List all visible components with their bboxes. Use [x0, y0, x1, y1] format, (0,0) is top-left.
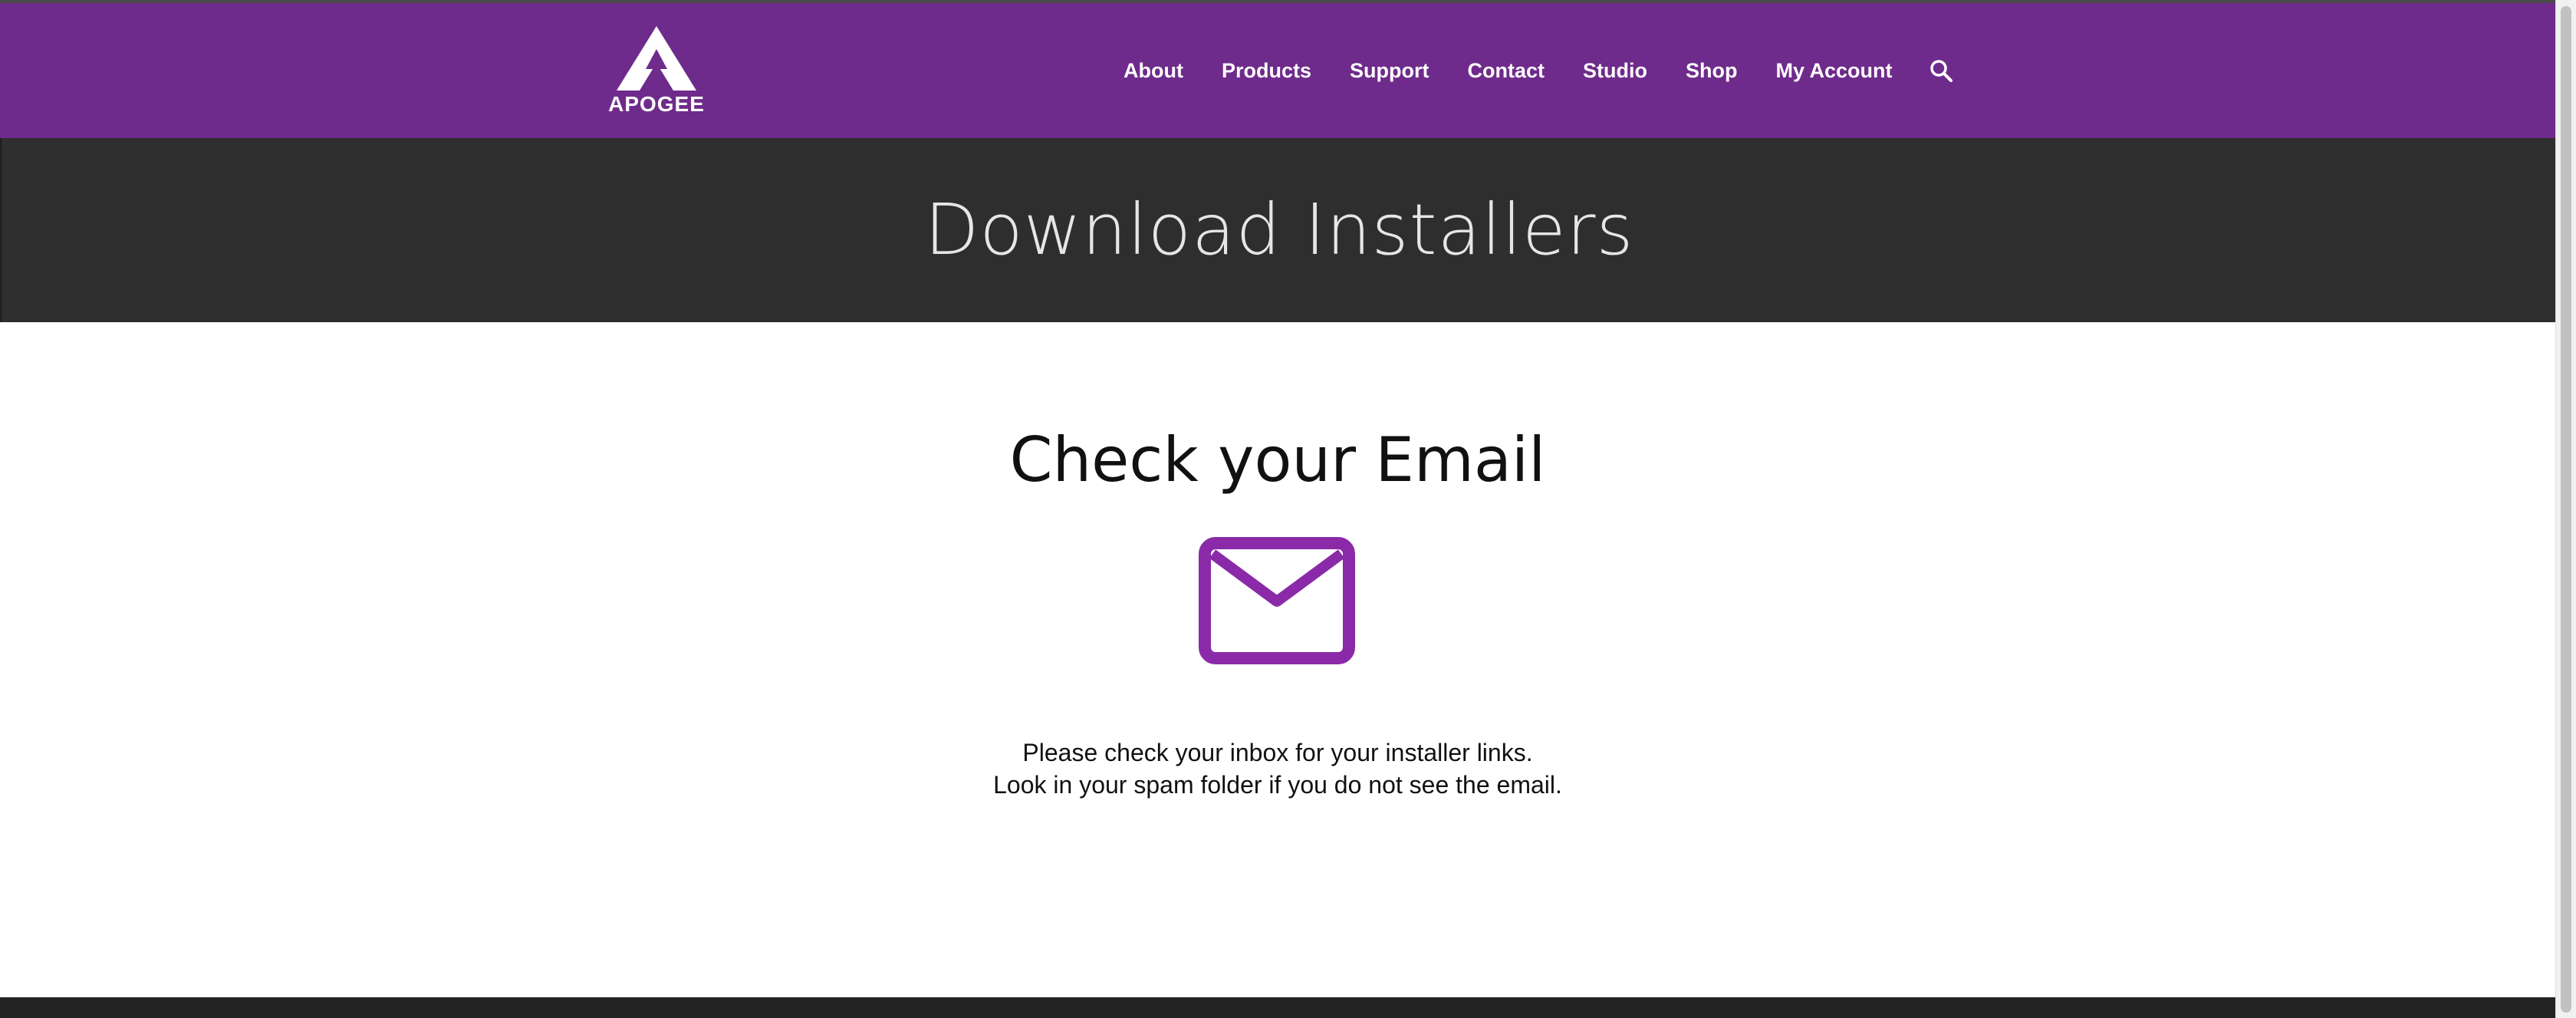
envelope-icon	[1199, 537, 1355, 664]
search-icon[interactable]	[1928, 58, 1954, 84]
nav-shop[interactable]: Shop	[1686, 59, 1738, 83]
site-header: APOGEE About Products Support Contact St…	[0, 3, 2555, 138]
page-title: Download Installers	[924, 189, 1634, 271]
message-line-inbox: Please check your inbox for your install…	[1022, 739, 1533, 766]
vertical-scrollbar[interactable]	[2555, 0, 2576, 1018]
message-line-spam: Look in your spam folder if you do not s…	[993, 771, 1562, 799]
nav-support[interactable]: Support	[1350, 59, 1429, 83]
nav-products[interactable]: Products	[1222, 59, 1311, 83]
nav-studio[interactable]: Studio	[1583, 59, 1647, 83]
nav-my-account[interactable]: My Account	[1775, 59, 1892, 83]
main-content: Check your Email Please check your inbox…	[0, 322, 2555, 997]
site-footer	[0, 997, 2555, 1018]
nav-contact[interactable]: Contact	[1467, 59, 1545, 83]
logo-text: APOGEE	[608, 92, 705, 116]
nav-about[interactable]: About	[1124, 59, 1183, 83]
page: APOGEE About Products Support Contact St…	[0, 0, 2576, 1018]
main-nav: About Products Support Contact Studio Sh…	[1104, 3, 1954, 138]
title-band: Download Installers	[0, 138, 2555, 322]
scrollbar-thumb[interactable]	[2561, 6, 2571, 1013]
instructions-message: Please check your inbox for your install…	[0, 736, 2555, 801]
apogee-logo-mark-icon	[617, 26, 696, 91]
check-email-heading: Check your Email	[1009, 424, 1546, 496]
apogee-logo[interactable]: APOGEE	[606, 26, 707, 117]
